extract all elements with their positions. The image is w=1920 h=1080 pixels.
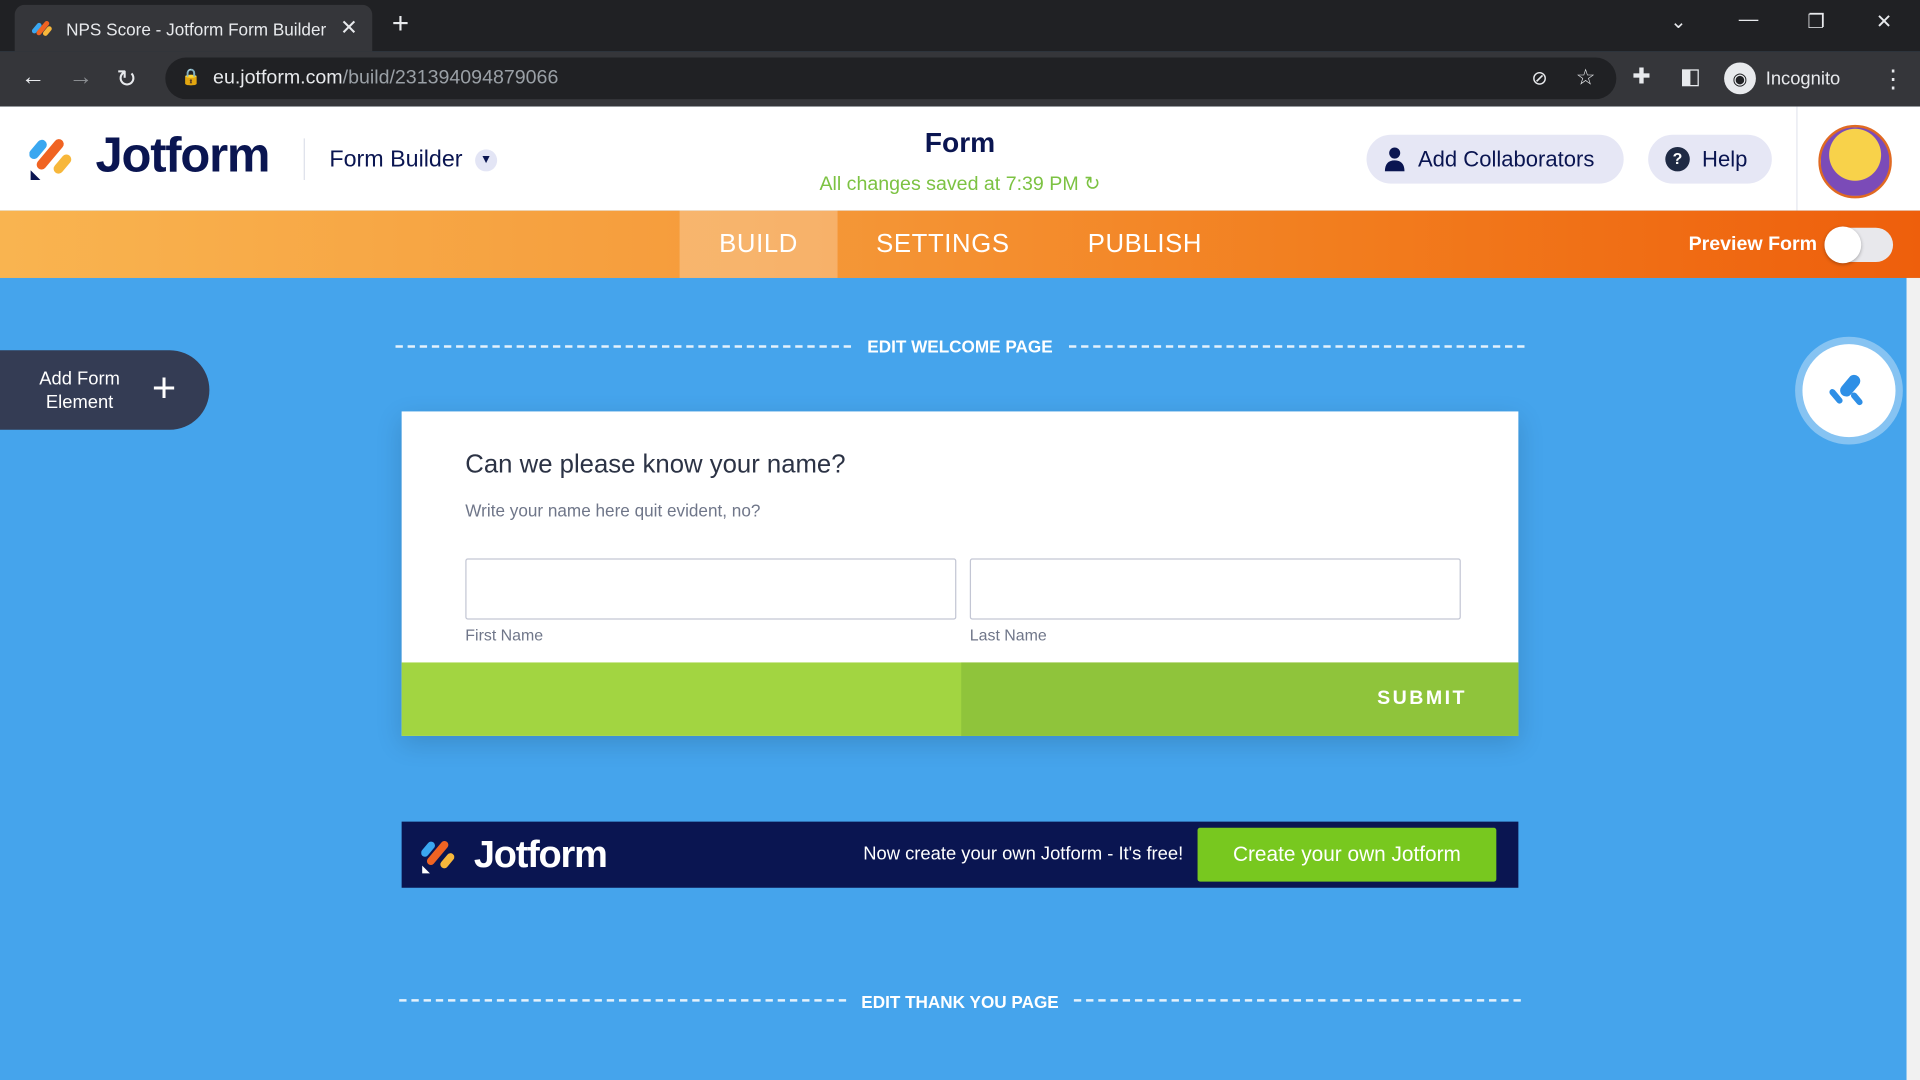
- eye-off-icon[interactable]: ⊘: [1531, 66, 1547, 90]
- form-title[interactable]: Form: [715, 126, 1205, 159]
- close-tab-icon[interactable]: ✕: [340, 16, 357, 40]
- form-question-card: Can we please know your name? Write your…: [401, 411, 1519, 736]
- help-label: Help: [1702, 146, 1748, 171]
- add-form-element-label: Add Form Element: [39, 368, 120, 413]
- builder-nav: BUILD SETTINGS PUBLISH Preview Form: [0, 210, 1920, 278]
- first-name-label: First Name: [465, 625, 544, 645]
- save-status-text: All changes saved at 7:39 PM: [819, 173, 1079, 195]
- submit-label: SUBMIT: [1377, 688, 1467, 709]
- create-your-own-jotform-button[interactable]: Create your own Jotform: [1197, 827, 1497, 882]
- save-status: All changes saved at 7:39 PM ↻: [715, 171, 1205, 195]
- chevron-down-icon[interactable]: ▼: [475, 149, 498, 172]
- lock-icon: 🔒: [181, 67, 202, 86]
- submit-button[interactable]: SUBMIT: [961, 662, 1519, 736]
- jotform-logo-icon: [421, 841, 455, 874]
- new-tab-icon[interactable]: +: [392, 7, 409, 41]
- add-collaborators-button[interactable]: Add Collaborators: [1366, 134, 1624, 184]
- tab-build[interactable]: BUILD: [679, 210, 838, 278]
- extensions-icon[interactable]: ✚: [1632, 64, 1650, 90]
- divider: [399, 999, 847, 1002]
- tab-search-icon[interactable]: ⌄: [1670, 10, 1686, 34]
- tab-publish[interactable]: PUBLISH: [1065, 211, 1224, 278]
- url-input[interactable]: 🔒 eu.jotform.com/build/231394094879066 ⊘…: [165, 57, 1617, 100]
- question-title[interactable]: Can we please know your name?: [465, 451, 845, 480]
- last-name-input[interactable]: [969, 558, 1461, 620]
- preview-form-toggle[interactable]: [1824, 226, 1894, 264]
- edit-welcome-page-link[interactable]: EDIT WELCOME PAGE: [851, 337, 1069, 357]
- profile-label: Incognito: [1765, 67, 1841, 89]
- jotform-logo[interactable]: Jotform: [96, 129, 271, 184]
- incognito-badge[interactable]: ◉ Incognito: [1722, 60, 1853, 97]
- avatar[interactable]: [1818, 124, 1892, 199]
- app-header: Jotform Form Builder ▼ Form All changes …: [0, 106, 1920, 211]
- divider: [1796, 106, 1798, 211]
- browser-tab[interactable]: NPS Score - Jotform Form Builder ✕: [14, 4, 373, 52]
- plus-icon: +: [151, 364, 177, 412]
- incognito-icon: ◉: [1724, 62, 1756, 95]
- url-host: eu.jotform.com: [213, 67, 343, 89]
- add-form-element-button[interactable]: Add Form Element +: [0, 350, 210, 430]
- divider: [303, 138, 305, 181]
- tab-title: NPS Score - Jotform Form Builder: [66, 19, 327, 40]
- form-builder-menu[interactable]: Form Builder: [329, 147, 462, 174]
- browser-tab-bar: NPS Score - Jotform Form Builder ✕ + ⌄ —…: [0, 0, 1920, 52]
- help-icon: ?: [1665, 146, 1690, 172]
- forward-icon[interactable]: →: [69, 64, 93, 92]
- divider: [395, 345, 852, 348]
- divider: [1073, 999, 1521, 1002]
- user-icon: [1384, 147, 1405, 172]
- submit-area: SUBMIT: [401, 662, 1519, 736]
- question-subtitle[interactable]: Write your name here quit evident, no?: [465, 501, 760, 521]
- first-name-input[interactable]: [465, 558, 957, 620]
- form-designer-button[interactable]: [1802, 344, 1896, 438]
- banner-text: Now create your own Jotform - It's free!: [863, 843, 1184, 865]
- star-icon[interactable]: ☆: [1576, 65, 1596, 91]
- jotform-favicon-icon: [31, 21, 52, 36]
- paint-roller-icon: [1829, 374, 1863, 406]
- reload-icon[interactable]: ↻: [116, 64, 137, 95]
- jotform-banner: Jotform Now create your own Jotform - It…: [401, 821, 1519, 888]
- restore-icon[interactable]: ❐: [1807, 10, 1825, 34]
- add-collaborators-label: Add Collaborators: [1417, 146, 1595, 171]
- back-icon[interactable]: ←: [21, 64, 45, 92]
- menu-icon[interactable]: ⋮: [1881, 64, 1905, 95]
- banner-logo[interactable]: Jotform: [474, 833, 608, 877]
- jotform-logo-icon: [29, 139, 72, 181]
- address-bar-row: ← → ↻ 🔒 eu.jotform.com/build/23139409487…: [0, 51, 1920, 107]
- close-window-icon[interactable]: ✕: [1876, 10, 1892, 34]
- preview-form-label: Preview Form: [1688, 233, 1818, 255]
- help-button[interactable]: ? Help: [1648, 134, 1772, 184]
- scrollbar[interactable]: [1906, 277, 1920, 1080]
- tab-settings[interactable]: SETTINGS: [857, 211, 1028, 278]
- refresh-icon: ↻: [1084, 173, 1101, 195]
- edit-thank-you-page-link[interactable]: EDIT THANK YOU PAGE: [846, 992, 1074, 1012]
- divider: [1068, 345, 1525, 348]
- side-panel-icon[interactable]: ◧: [1680, 64, 1701, 90]
- minimize-icon[interactable]: —: [1739, 10, 1759, 32]
- last-name-label: Last Name: [969, 625, 1047, 645]
- url-path: /build/231394094879066: [342, 67, 559, 89]
